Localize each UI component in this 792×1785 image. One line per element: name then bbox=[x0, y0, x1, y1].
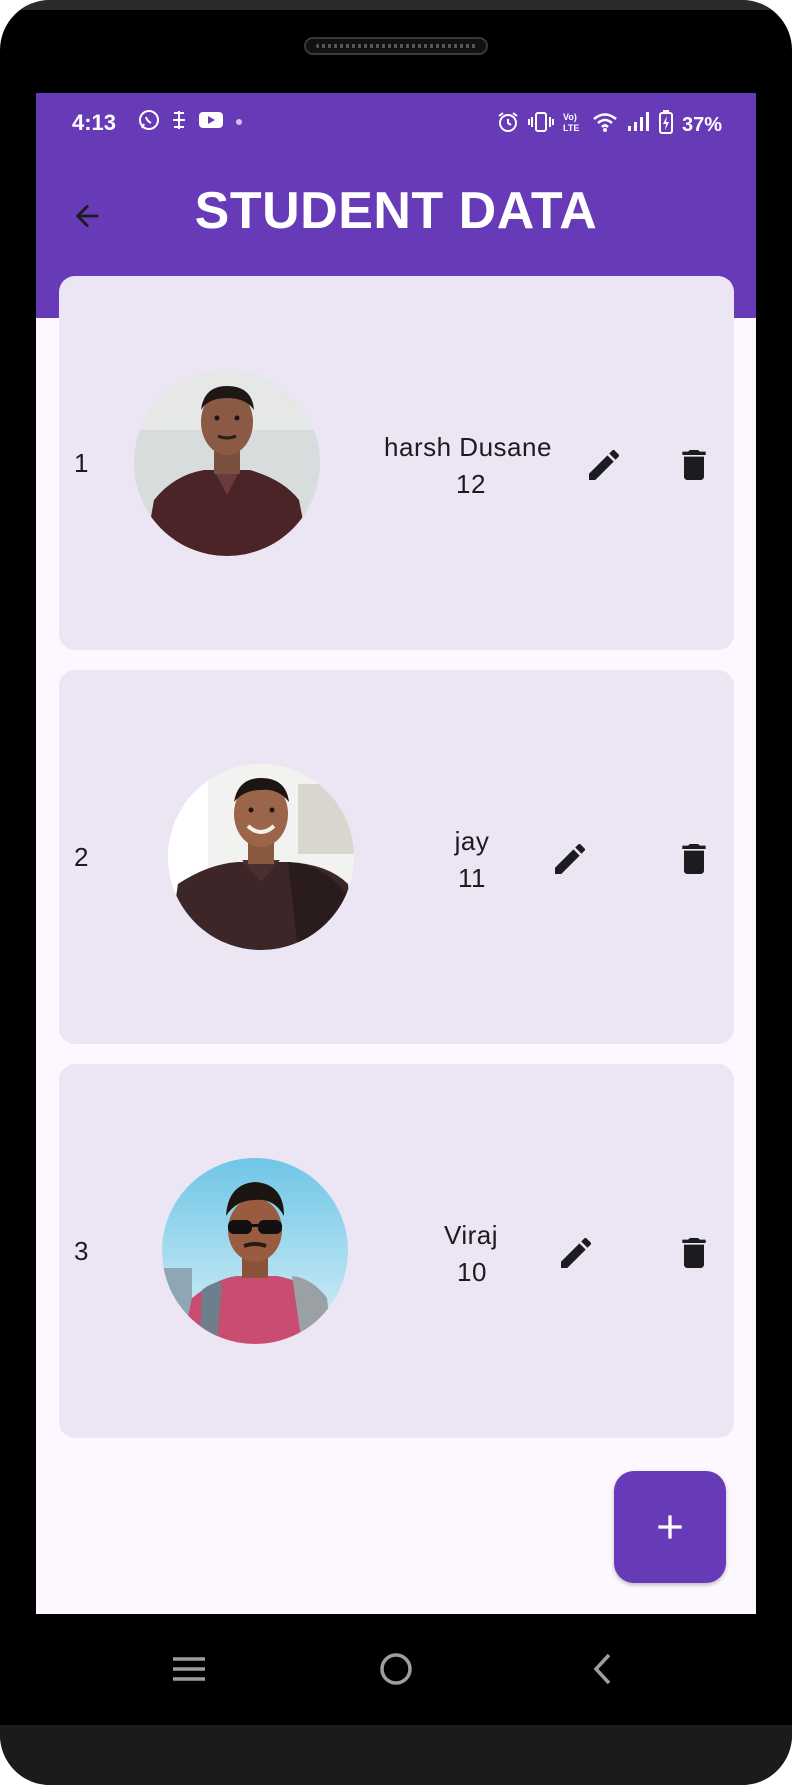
recents-button[interactable] bbox=[159, 1644, 219, 1694]
edit-icon bbox=[561, 1237, 592, 1268]
vibrate-icon bbox=[527, 110, 554, 140]
app-icon bbox=[170, 109, 188, 136]
signal-icon bbox=[626, 111, 650, 139]
alarm-icon bbox=[496, 110, 520, 140]
student-card[interactable]: 1 harsh Dusane 12 bbox=[59, 276, 734, 650]
student-avatar bbox=[134, 370, 320, 556]
battery-percent: 37% bbox=[681, 113, 722, 136]
edit-button[interactable] bbox=[548, 837, 592, 881]
delete-button[interactable] bbox=[672, 443, 716, 487]
student-name: harsh Dusane bbox=[384, 432, 552, 462]
back-icon bbox=[593, 1653, 611, 1685]
student-card[interactable]: 2 jay 11 bbox=[59, 670, 734, 1044]
delete-button[interactable] bbox=[672, 837, 716, 881]
volte-icon: Vo) LTE bbox=[562, 110, 584, 140]
student-number: 12 bbox=[456, 469, 486, 499]
edit-icon bbox=[589, 449, 620, 480]
delete-button[interactable] bbox=[672, 1231, 716, 1275]
phone-bottom-edge bbox=[0, 1725, 792, 1785]
youtube-icon bbox=[198, 110, 224, 135]
status-right-icons: Vo) LTE 37% bbox=[496, 109, 722, 141]
plus-icon bbox=[658, 1515, 682, 1539]
wifi-icon bbox=[592, 111, 618, 139]
edit-button[interactable] bbox=[582, 443, 626, 487]
student-index: 2 bbox=[74, 842, 89, 872]
recents-icon bbox=[173, 1657, 205, 1681]
earpiece-speaker bbox=[304, 37, 488, 55]
svg-text:Vo): Vo) bbox=[563, 112, 577, 122]
student-avatar bbox=[168, 764, 354, 950]
phone-frame: 4:13 Vo) LTE 37% STUDENT DATA 1 harsh Du… bbox=[0, 0, 792, 1785]
page-title: STUDENT DATA bbox=[194, 182, 598, 240]
nav-back-button[interactable] bbox=[573, 1644, 633, 1694]
status-left-icons bbox=[138, 109, 244, 136]
delete-icon bbox=[682, 450, 706, 480]
delete-icon bbox=[682, 1238, 706, 1268]
status-time: 4:13 bbox=[72, 110, 117, 135]
system-nav-bar bbox=[0, 1614, 792, 1725]
status-bar: 4:13 Vo) LTE 37% bbox=[36, 93, 756, 153]
student-index: 3 bbox=[74, 1236, 89, 1266]
phone-top-edge bbox=[0, 0, 792, 10]
home-icon bbox=[380, 1653, 412, 1685]
dot-icon bbox=[234, 114, 244, 132]
add-student-button[interactable] bbox=[614, 1471, 726, 1583]
delete-icon bbox=[682, 844, 706, 874]
home-button[interactable] bbox=[366, 1644, 426, 1694]
student-avatar bbox=[162, 1158, 348, 1344]
whatsapp-icon bbox=[138, 109, 160, 136]
edit-button[interactable] bbox=[554, 1231, 598, 1275]
battery-icon bbox=[658, 109, 674, 141]
screen: 4:13 Vo) LTE 37% STUDENT DATA 1 harsh Du… bbox=[36, 93, 756, 1614]
edit-icon bbox=[555, 843, 586, 874]
student-index: 1 bbox=[74, 448, 89, 478]
svg-text:LTE: LTE bbox=[563, 123, 579, 133]
student-card[interactable]: 3 Viraj 10 bbox=[59, 1064, 734, 1438]
